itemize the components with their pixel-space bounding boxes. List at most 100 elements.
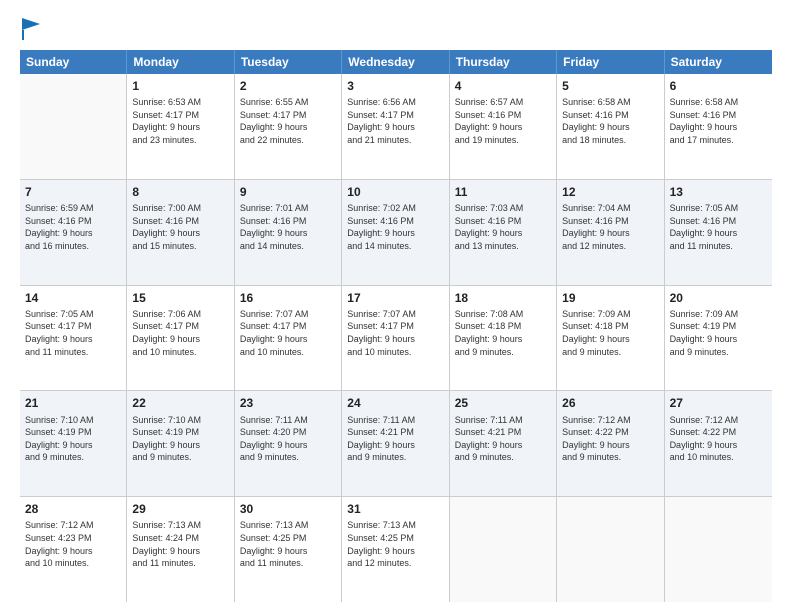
day-number: 18 (455, 290, 551, 306)
header-day-wednesday: Wednesday (342, 50, 449, 74)
calendar-cell: 5 Sunrise: 6:58 AMSunset: 4:16 PMDaylight… (557, 74, 664, 179)
calendar-cell (450, 497, 557, 602)
day-number: 10 (347, 184, 443, 200)
calendar-cell: 22 Sunrise: 7:10 AMSunset: 4:19 PMDayligh… (127, 391, 234, 496)
header-day-tuesday: Tuesday (235, 50, 342, 74)
day-number: 24 (347, 395, 443, 411)
header-day-sunday: Sunday (20, 50, 127, 74)
cell-info: Sunrise: 7:13 AMSunset: 4:25 PMDaylight:… (240, 519, 336, 569)
calendar-week-3: 14 Sunrise: 7:05 AMSunset: 4:17 PMDayligh… (20, 286, 772, 392)
calendar-cell: 4 Sunrise: 6:57 AMSunset: 4:16 PMDaylight… (450, 74, 557, 179)
calendar-cell: 10 Sunrise: 7:02 AMSunset: 4:16 PMDayligh… (342, 180, 449, 285)
header-day-monday: Monday (127, 50, 234, 74)
cell-info: Sunrise: 6:55 AMSunset: 4:17 PMDaylight:… (240, 96, 336, 146)
logo (20, 18, 40, 40)
cell-info: Sunrise: 7:12 AMSunset: 4:22 PMDaylight:… (562, 414, 658, 464)
day-number: 7 (25, 184, 121, 200)
calendar-cell: 11 Sunrise: 7:03 AMSunset: 4:16 PMDayligh… (450, 180, 557, 285)
calendar-body: 1 Sunrise: 6:53 AMSunset: 4:17 PMDaylight… (20, 74, 772, 602)
calendar-week-2: 7 Sunrise: 6:59 AMSunset: 4:16 PMDaylight… (20, 180, 772, 286)
calendar-cell: 14 Sunrise: 7:05 AMSunset: 4:17 PMDayligh… (20, 286, 127, 391)
day-number: 2 (240, 78, 336, 94)
cell-info: Sunrise: 7:07 AMSunset: 4:17 PMDaylight:… (347, 308, 443, 358)
header (20, 18, 772, 40)
cell-info: Sunrise: 7:08 AMSunset: 4:18 PMDaylight:… (455, 308, 551, 358)
calendar-cell: 23Sunrise: 7:11 AMSunset: 4:20 PMDayligh… (235, 391, 342, 496)
cell-info: Sunrise: 7:02 AMSunset: 4:16 PMDaylight:… (347, 202, 443, 252)
day-number: 22 (132, 395, 228, 411)
calendar-cell: 29Sunrise: 7:13 AMSunset: 4:24 PMDayligh… (127, 497, 234, 602)
cell-info: Sunrise: 7:03 AMSunset: 4:16 PMDaylight:… (455, 202, 551, 252)
day-number: 20 (670, 290, 767, 306)
day-number: 11 (455, 184, 551, 200)
cell-info: Sunrise: 7:04 AMSunset: 4:16 PMDaylight:… (562, 202, 658, 252)
day-number: 30 (240, 501, 336, 517)
cell-info: Sunrise: 7:05 AMSunset: 4:17 PMDaylight:… (25, 308, 121, 358)
cell-info: Sunrise: 7:09 AMSunset: 4:19 PMDaylight:… (670, 308, 767, 358)
day-number: 25 (455, 395, 551, 411)
cell-info: Sunrise: 7:11 AMSunset: 4:20 PMDaylight:… (240, 414, 336, 464)
cell-info: Sunrise: 7:13 AMSunset: 4:24 PMDaylight:… (132, 519, 228, 569)
calendar-cell: 9Sunrise: 7:01 AMSunset: 4:16 PMDaylight… (235, 180, 342, 285)
calendar-cell: 2 Sunrise: 6:55 AMSunset: 4:17 PMDaylight… (235, 74, 342, 179)
header-day-saturday: Saturday (665, 50, 772, 74)
calendar-cell: 30 Sunrise: 7:13 AMSunset: 4:25 PMDayligh… (235, 497, 342, 602)
cell-info: Sunrise: 6:58 AMSunset: 4:16 PMDaylight:… (562, 96, 658, 146)
calendar-cell: 26 Sunrise: 7:12 AMSunset: 4:22 PMDayligh… (557, 391, 664, 496)
day-number: 3 (347, 78, 443, 94)
cell-info: Sunrise: 6:59 AMSunset: 4:16 PMDaylight:… (25, 202, 121, 252)
cell-info: Sunrise: 7:09 AMSunset: 4:18 PMDaylight:… (562, 308, 658, 358)
day-number: 1 (132, 78, 228, 94)
cell-info: Sunrise: 7:12 AMSunset: 4:23 PMDaylight:… (25, 519, 121, 569)
day-number: 26 (562, 395, 658, 411)
calendar-cell: 25 Sunrise: 7:11 AMSunset: 4:21 PMDayligh… (450, 391, 557, 496)
header-day-friday: Friday (557, 50, 664, 74)
day-number: 5 (562, 78, 658, 94)
day-number: 6 (670, 78, 767, 94)
day-number: 21 (25, 395, 121, 411)
calendar-cell: 12 Sunrise: 7:04 AMSunset: 4:16 PMDayligh… (557, 180, 664, 285)
cell-info: Sunrise: 6:53 AMSunset: 4:17 PMDaylight:… (132, 96, 228, 146)
calendar-cell: 24 Sunrise: 7:11 AMSunset: 4:21 PMDayligh… (342, 391, 449, 496)
day-number: 17 (347, 290, 443, 306)
cell-info: Sunrise: 7:00 AMSunset: 4:16 PMDaylight:… (132, 202, 228, 252)
calendar-week-1: 1 Sunrise: 6:53 AMSunset: 4:17 PMDaylight… (20, 74, 772, 180)
calendar-cell: 15Sunrise: 7:06 AMSunset: 4:17 PMDayligh… (127, 286, 234, 391)
calendar-cell: 13 Sunrise: 7:05 AMSunset: 4:16 PMDayligh… (665, 180, 772, 285)
calendar-cell: 31 Sunrise: 7:13 AMSunset: 4:25 PMDayligh… (342, 497, 449, 602)
cell-info: Sunrise: 7:13 AMSunset: 4:25 PMDaylight:… (347, 519, 443, 569)
calendar-cell: 7 Sunrise: 6:59 AMSunset: 4:16 PMDaylight… (20, 180, 127, 285)
day-number: 14 (25, 290, 121, 306)
cell-info: Sunrise: 7:05 AMSunset: 4:16 PMDaylight:… (670, 202, 767, 252)
calendar-cell: 16 Sunrise: 7:07 AMSunset: 4:17 PMDayligh… (235, 286, 342, 391)
calendar-header: SundayMondayTuesdayWednesdayThursdayFrid… (20, 50, 772, 74)
calendar-cell: 6Sunrise: 6:58 AMSunset: 4:16 PMDaylight… (665, 74, 772, 179)
day-number: 13 (670, 184, 767, 200)
cell-info: Sunrise: 7:11 AMSunset: 4:21 PMDaylight:… (347, 414, 443, 464)
calendar: SundayMondayTuesdayWednesdayThursdayFrid… (20, 50, 772, 602)
calendar-week-5: 28Sunrise: 7:12 AMSunset: 4:23 PMDayligh… (20, 497, 772, 602)
day-number: 27 (670, 395, 767, 411)
calendar-cell: 3Sunrise: 6:56 AMSunset: 4:17 PMDaylight… (342, 74, 449, 179)
calendar-cell (20, 74, 127, 179)
calendar-cell: 27Sunrise: 7:12 AMSunset: 4:22 PMDayligh… (665, 391, 772, 496)
day-number: 12 (562, 184, 658, 200)
calendar-cell: 1 Sunrise: 6:53 AMSunset: 4:17 PMDaylight… (127, 74, 234, 179)
calendar-cell: 19Sunrise: 7:09 AMSunset: 4:18 PMDayligh… (557, 286, 664, 391)
day-number: 4 (455, 78, 551, 94)
page: SundayMondayTuesdayWednesdayThursdayFrid… (0, 0, 792, 612)
day-number: 15 (132, 290, 228, 306)
logo-flag-icon (22, 18, 40, 40)
cell-info: Sunrise: 7:11 AMSunset: 4:21 PMDaylight:… (455, 414, 551, 464)
day-number: 31 (347, 501, 443, 517)
calendar-cell: 20 Sunrise: 7:09 AMSunset: 4:19 PMDayligh… (665, 286, 772, 391)
cell-info: Sunrise: 7:10 AMSunset: 4:19 PMDaylight:… (132, 414, 228, 464)
day-number: 16 (240, 290, 336, 306)
cell-info: Sunrise: 7:07 AMSunset: 4:17 PMDaylight:… (240, 308, 336, 358)
calendar-cell (557, 497, 664, 602)
calendar-week-4: 21 Sunrise: 7:10 AMSunset: 4:19 PMDayligh… (20, 391, 772, 497)
calendar-cell: 17 Sunrise: 7:07 AMSunset: 4:17 PMDayligh… (342, 286, 449, 391)
cell-info: Sunrise: 7:10 AMSunset: 4:19 PMDaylight:… (25, 414, 121, 464)
calendar-cell: 28Sunrise: 7:12 AMSunset: 4:23 PMDayligh… (20, 497, 127, 602)
cell-info: Sunrise: 6:57 AMSunset: 4:16 PMDaylight:… (455, 96, 551, 146)
